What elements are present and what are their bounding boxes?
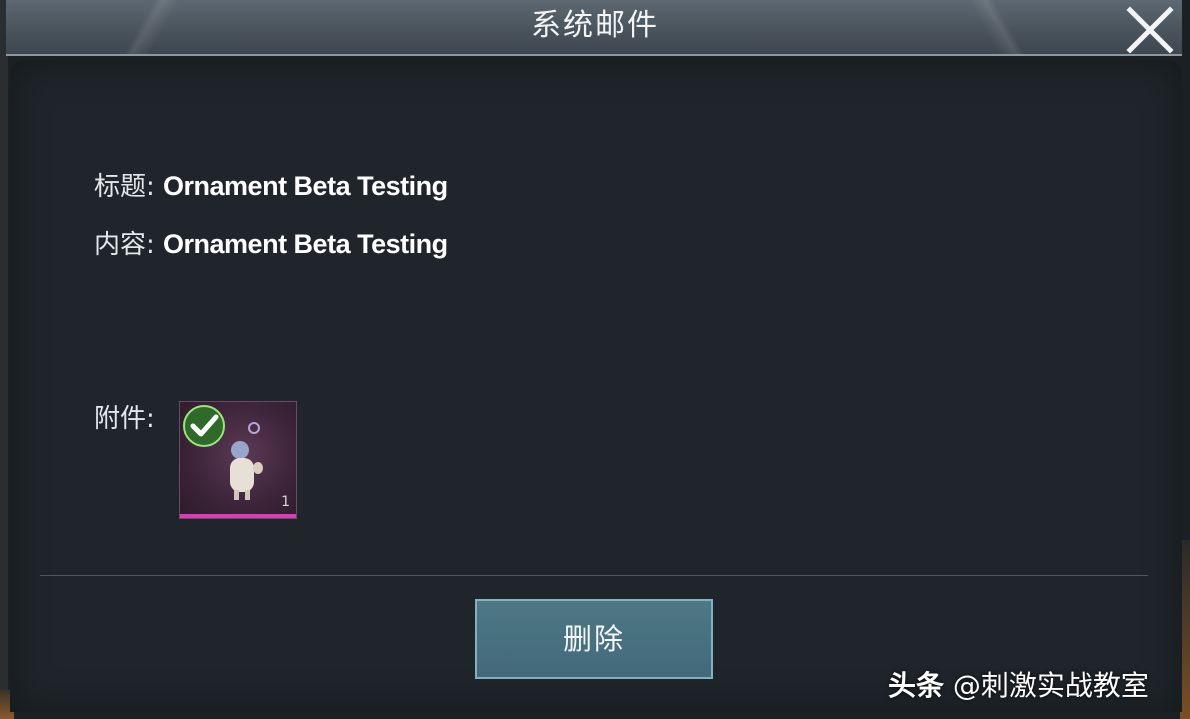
attachment-item-slot[interactable]: 1 — [179, 401, 297, 519]
divider — [40, 575, 1148, 576]
dialog-title: 系统邮件 — [531, 8, 659, 43]
mail-subject-row: 标题: Ornament Beta Testing — [94, 166, 448, 203]
mail-subject-value: Ornament Beta Testing — [163, 171, 448, 201]
background-edge — [0, 0, 8, 719]
mail-subject-label: 标题: — [94, 172, 155, 202]
watermark-brand: 头条 — [888, 669, 945, 702]
ornament-item-icon — [230, 422, 263, 500]
mail-attachment-row: 附件: — [94, 398, 155, 435]
attachment-count: 1 — [281, 494, 290, 510]
claimed-check-badge — [183, 405, 225, 447]
mail-attachment-label: 附件: — [94, 404, 155, 434]
delete-button[interactable]: 删除 — [475, 599, 713, 679]
mail-content-label: 内容: — [94, 230, 155, 260]
rarity-bar — [180, 514, 296, 518]
checkmark-icon — [190, 414, 219, 437]
close-button[interactable] — [1120, 3, 1178, 57]
source-watermark: 头条 @刺激实战教室 — [888, 664, 1149, 704]
close-icon — [1126, 6, 1174, 54]
mail-content-row: 内容: Ornament Beta Testing — [94, 224, 448, 261]
watermark-handle: @刺激实战教室 — [952, 669, 1149, 702]
mail-content-value: Ornament Beta Testing — [163, 229, 448, 259]
